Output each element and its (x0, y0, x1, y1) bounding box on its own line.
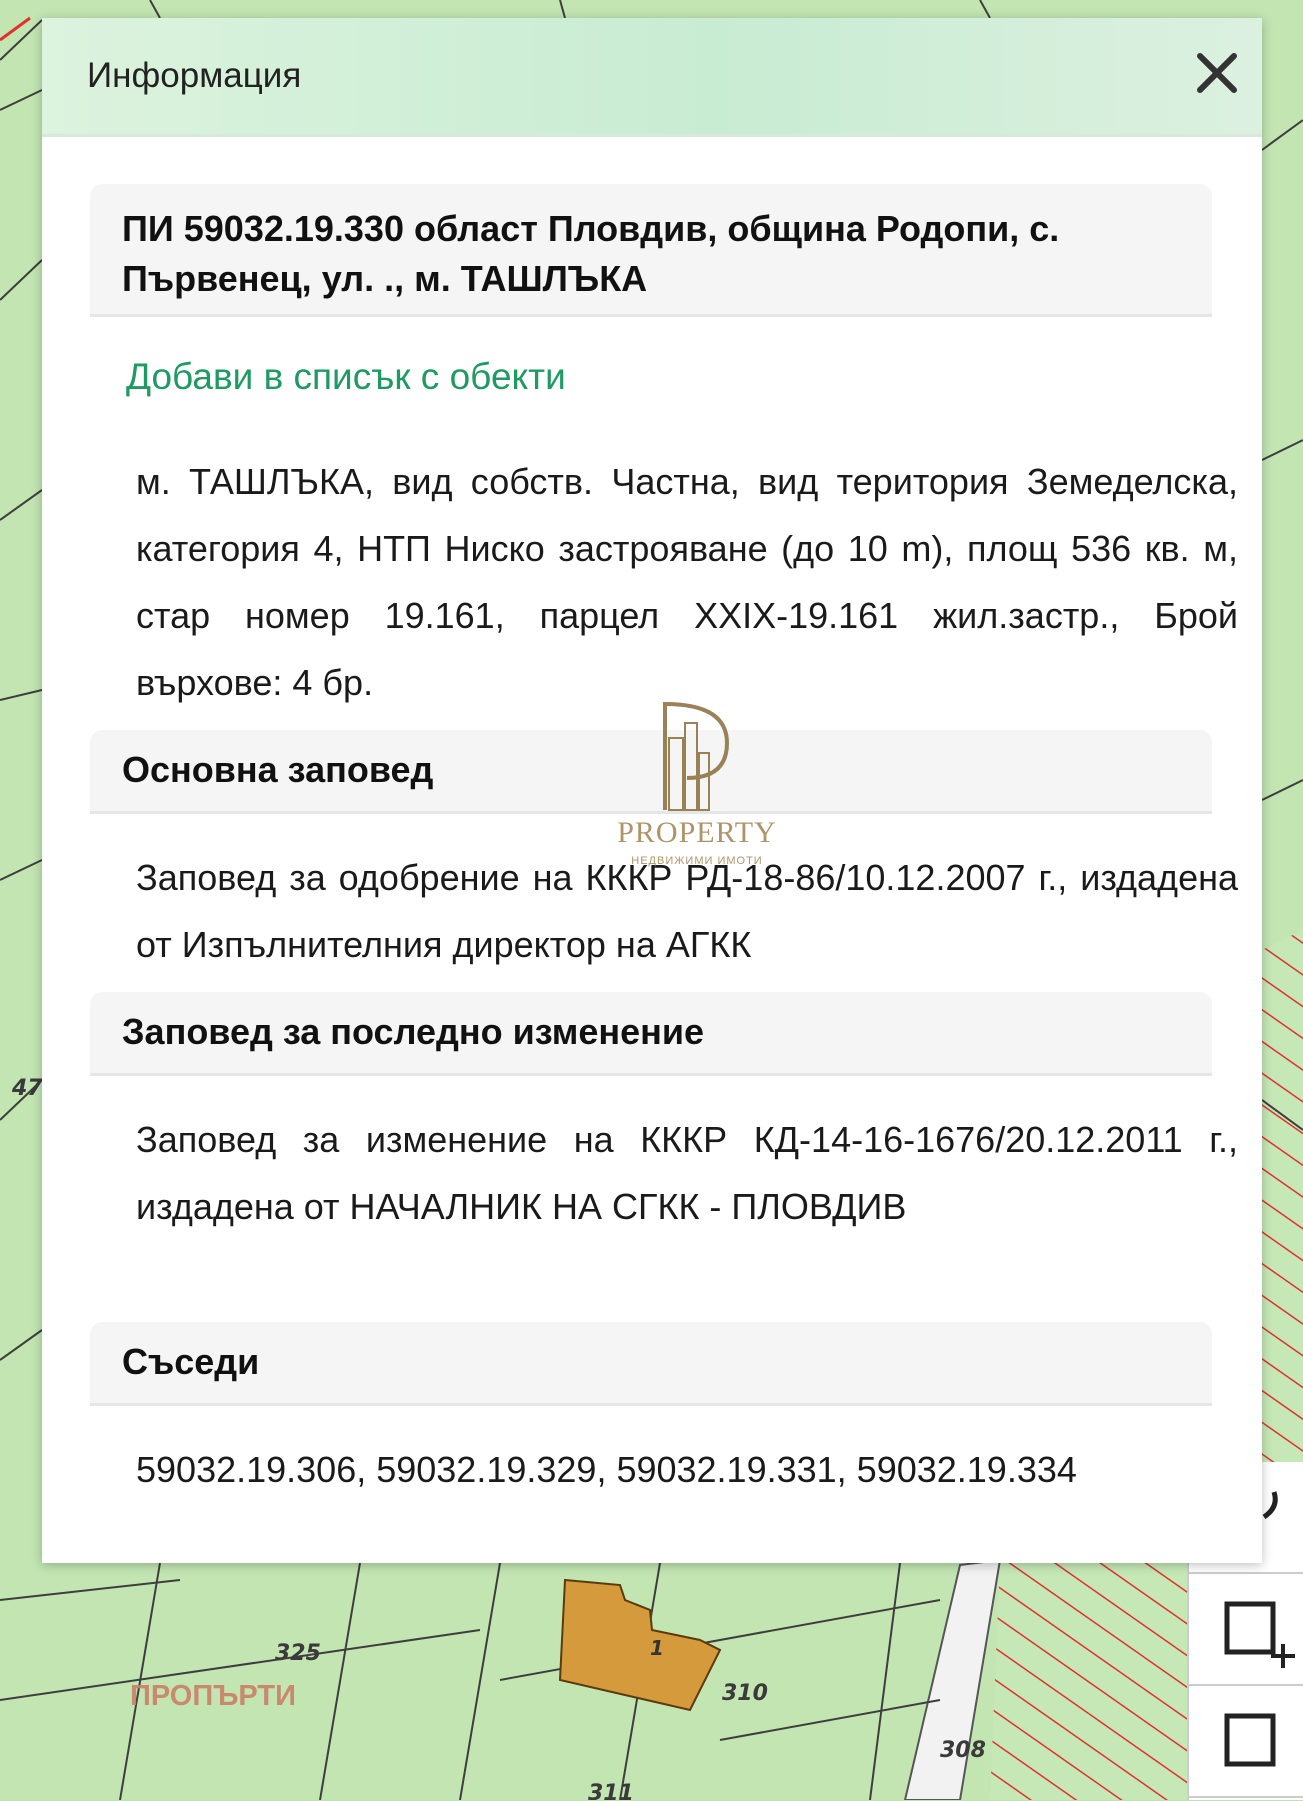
map-label: 1 (650, 1636, 664, 1660)
neighbors-text: 59032.19.306, 59032.19.329, 59032.19.331… (136, 1449, 1077, 1490)
corner-watermark: ПРОПЪРТИ (130, 1680, 296, 1712)
parcel-description: м. ТАШЛЪКА, вид собств. Частна, вид тери… (136, 461, 1238, 703)
add-rectangle-button[interactable] (1189, 1574, 1303, 1686)
map-label: 308 (940, 1738, 986, 1763)
select-rectangle-icon (1224, 1713, 1276, 1767)
modal-header: Информация (42, 18, 1262, 137)
last-order-heading: Заповед за последно изменение (90, 992, 1212, 1076)
main-order-text: Заповед за одобрение на КККР РД-18-86/10… (136, 857, 1238, 965)
map-label: 47 (11, 1076, 43, 1101)
map-label: 325 (275, 1641, 321, 1666)
close-button[interactable] (1192, 48, 1242, 98)
main-order-heading: Основна заповед (90, 730, 1212, 814)
add-to-list-link[interactable]: Добави в списък с обекти (126, 356, 566, 398)
map-label: 311 (588, 1781, 634, 1800)
select-rectangle-button[interactable] (1189, 1686, 1303, 1798)
map-label: 310 (722, 1681, 768, 1706)
close-icon (1197, 53, 1237, 93)
hatched-zone (1262, 930, 1303, 1470)
last-order-text: Заповед за изменение на КККР КД-14-16-16… (136, 1119, 1238, 1227)
parcel-heading: ПИ 59032.19.330 област Пловдив, община Р… (90, 184, 1212, 317)
add-rectangle-icon (1224, 1601, 1295, 1668)
neighbors-heading: Съседи (90, 1322, 1212, 1406)
info-modal: Информация ПИ 59032.19.330 област Пловди… (42, 18, 1262, 1563)
modal-title: Информация (87, 56, 302, 95)
